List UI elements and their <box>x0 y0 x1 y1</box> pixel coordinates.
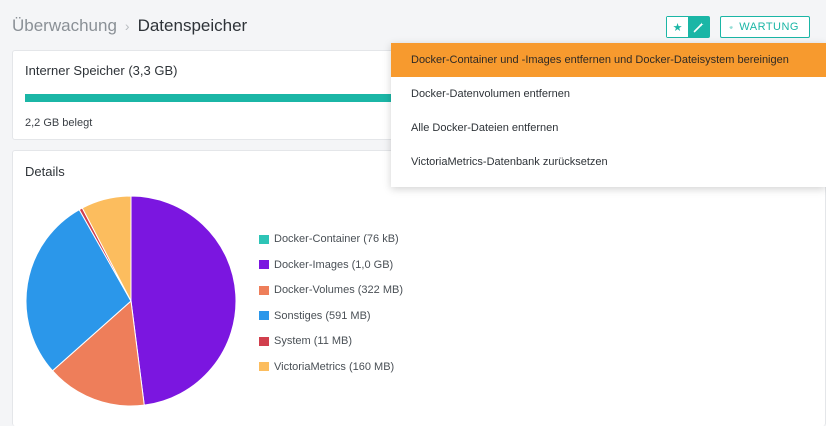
menu-item[interactable]: Docker-Datenvolumen entfernen <box>391 77 826 111</box>
breadcrumb: Überwachung › Datenspeicher <box>12 16 247 36</box>
chart-legend: Docker-Container (76 kB) Docker-Images (1… <box>259 231 403 384</box>
top-actions: ★ WARTUNG <box>666 16 810 38</box>
legend-label: Sonstiges (591 MB) <box>274 309 371 322</box>
quick-actions-button[interactable] <box>688 17 709 37</box>
legend-item[interactable]: Docker-Container (76 kB) <box>259 231 403 247</box>
menu-item[interactable]: Alle Docker-Dateien entfernen <box>391 111 826 145</box>
legend-swatch <box>259 234 269 244</box>
legend-label: Docker-Volumes (322 MB) <box>274 284 403 296</box>
storage-used-label: 2,2 GB belegt <box>25 117 93 129</box>
storage-pie-chart <box>25 195 237 407</box>
legend-label: System (11 MB) <box>274 335 353 347</box>
maintenance-button[interactable]: WARTUNG <box>720 16 810 38</box>
view-toggle-group: ★ <box>666 16 710 38</box>
legend-label: Docker-Images (1,0 GB) <box>274 258 394 271</box>
legend-item[interactable]: Docker-Volumes (322 MB) <box>259 282 403 298</box>
legend-swatch <box>259 336 269 346</box>
pie-slice-docker-images[interactable] <box>130 195 237 406</box>
legend-label: VictoriaMetrics (160 MB) <box>274 360 395 373</box>
legend-swatch <box>259 362 269 371</box>
legend-label: Docker-Container (76 kB) <box>274 233 399 245</box>
star-icon: ★ <box>672 21 683 34</box>
menu-item[interactable]: Docker-Container und -Images entfernen u… <box>391 43 826 77</box>
details-title: Details <box>25 164 65 179</box>
legend-item[interactable]: Sonstiges (591 MB) <box>259 308 403 324</box>
details-card: Details Docker-Container (76 kB) Docker-I… <box>12 150 826 426</box>
maintenance-dropdown-menu: Docker-Container und -Images entfernen u… <box>391 43 826 187</box>
legend-item[interactable]: System (11 MB) <box>259 333 403 349</box>
breadcrumb-separator: › <box>124 18 130 34</box>
magic-wand-icon <box>693 22 704 32</box>
legend-item[interactable]: Docker-Images (1,0 GB) <box>259 257 403 273</box>
maintenance-button-label: WARTUNG <box>739 21 799 33</box>
legend-swatch <box>259 285 269 295</box>
page-title: Datenspeicher <box>137 16 248 35</box>
legend-swatch <box>259 260 269 269</box>
breadcrumb-parent-link[interactable]: Überwachung <box>12 16 117 36</box>
storage-title: Interner Speicher (3,3 GB) <box>25 63 178 78</box>
legend-swatch <box>259 311 269 320</box>
favorite-button[interactable]: ★ <box>667 17 688 37</box>
menu-item[interactable]: VictoriaMetrics-Datenbank zurücksetzen <box>391 145 826 179</box>
gear-icon <box>729 25 733 29</box>
legend-item[interactable]: VictoriaMetrics (160 MB) <box>259 359 403 375</box>
